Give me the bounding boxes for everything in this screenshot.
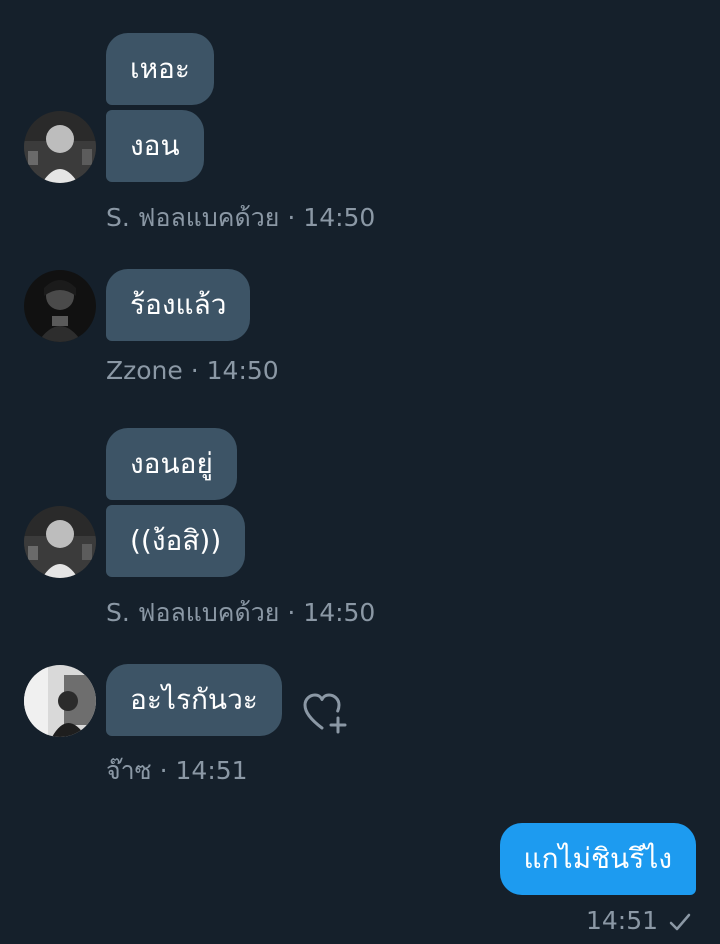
message-time: 14:50 xyxy=(303,203,376,232)
meta-separator: · xyxy=(159,756,176,785)
meta-separator: · xyxy=(287,203,304,232)
message-bubble[interactable]: งอน xyxy=(106,110,204,182)
message-bubble[interactable]: เหอะ xyxy=(106,33,214,105)
avatar[interactable] xyxy=(24,111,96,183)
sender-name: S. ฟอลแบคด้วย xyxy=(106,598,280,627)
sender-name: S. ฟอลแบคด้วย xyxy=(106,203,280,232)
message-bubble[interactable]: ((ง้อสิ)) xyxy=(106,505,246,577)
message-meta: Zzone · 14:50 xyxy=(106,356,279,385)
meta-separator: · xyxy=(287,598,304,627)
message-bubble[interactable]: ร้องแล้ว xyxy=(106,269,251,341)
message-time: 14:51 xyxy=(175,756,248,785)
message-bubble[interactable]: งอนอยู่ xyxy=(106,428,237,500)
message-meta: S. ฟอลแบคด้วย · 14:50 xyxy=(106,198,375,238)
sender-name: Zzone xyxy=(106,356,183,385)
heart-plus-icon[interactable] xyxy=(302,690,348,736)
avatar[interactable] xyxy=(24,270,96,342)
message-time: 14:50 xyxy=(206,356,279,385)
meta-separator: · xyxy=(190,356,207,385)
checkmark-icon xyxy=(669,913,691,931)
message-bubble[interactable]: อะไรกันวะ xyxy=(106,664,282,736)
sender-name: จ๊าซ xyxy=(106,756,152,785)
message-meta: S. ฟอลแบคด้วย · 14:50 xyxy=(106,593,375,633)
message-time: 14:50 xyxy=(303,598,376,627)
sent-message-bubble[interactable]: แกไม่ชินรึไง xyxy=(499,823,696,895)
avatar[interactable] xyxy=(24,506,96,578)
avatar[interactable] xyxy=(24,665,96,737)
message-meta: จ๊าซ · 14:51 xyxy=(106,751,248,791)
sent-message-time: 14:51 xyxy=(585,906,658,935)
